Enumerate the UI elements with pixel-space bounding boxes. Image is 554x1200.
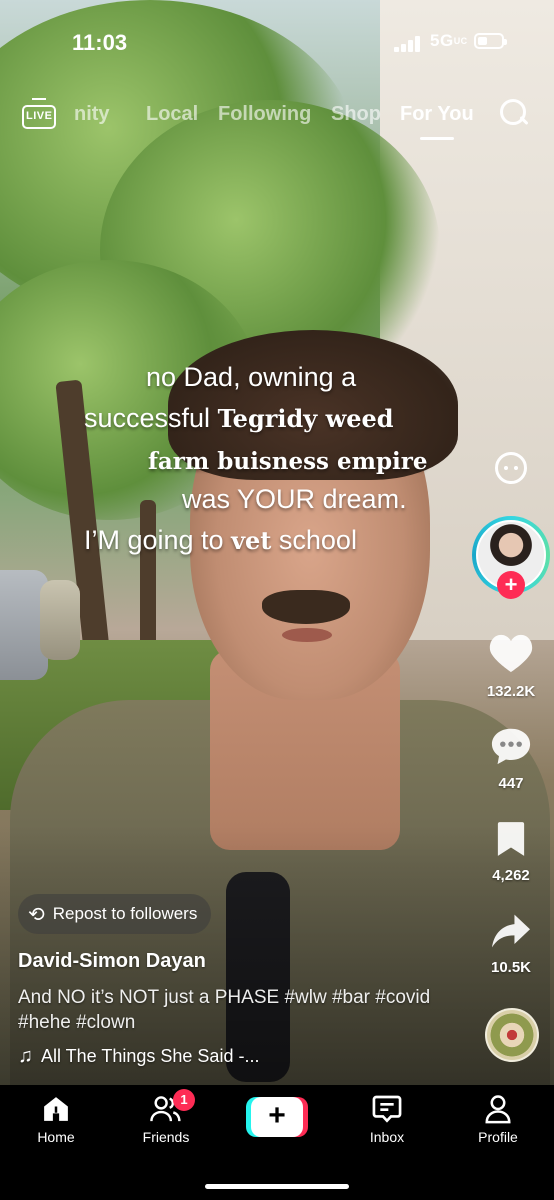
like-count: 132.2K bbox=[486, 683, 536, 700]
bookmark-icon bbox=[497, 822, 525, 856]
share-icon bbox=[492, 914, 530, 948]
music-ticker[interactable]: ♫ All The Things She Said -... bbox=[18, 1045, 259, 1068]
parked-car bbox=[40, 580, 80, 660]
status-bar: 11:03 5GUC bbox=[0, 0, 554, 80]
active-tab-indicator bbox=[420, 137, 454, 140]
tab-friends-label: Friends bbox=[142, 1129, 190, 1145]
tab-inbox[interactable]: Inbox bbox=[342, 1093, 432, 1145]
tab-profile[interactable]: Profile bbox=[453, 1093, 543, 1145]
tab-following[interactable]: Following bbox=[218, 103, 311, 126]
top-navigation: LIVE nity Local Following Shop For You bbox=[0, 95, 554, 141]
caption-text: I’M going to bbox=[84, 525, 232, 555]
repost-icon: ⟲ bbox=[28, 903, 45, 926]
sound-disc[interactable] bbox=[485, 1008, 539, 1062]
status-time: 11:03 bbox=[72, 30, 128, 55]
repost-button[interactable]: ⟲ Repost to followers bbox=[18, 894, 212, 934]
share-count: 10.5K bbox=[490, 959, 532, 976]
tab-shop[interactable]: Shop bbox=[331, 103, 381, 126]
caption-handwritten: Tegridy weed bbox=[217, 404, 394, 433]
network-indicator: 5GUC bbox=[430, 31, 468, 51]
caption-line-3: farm buisness empire bbox=[148, 448, 428, 475]
caption-line-2: successful Tegridy weed bbox=[84, 403, 394, 434]
live-icon[interactable]: LIVE bbox=[22, 98, 58, 129]
person-mustache bbox=[262, 590, 350, 624]
person-mouth bbox=[282, 628, 332, 642]
caption-handwritten: vet bbox=[231, 526, 272, 555]
follow-button[interactable]: + bbox=[497, 571, 525, 599]
author-name[interactable]: David-Simon Dayan bbox=[18, 950, 206, 973]
comment-count: 447 bbox=[498, 775, 524, 792]
inbox-icon bbox=[372, 1095, 402, 1123]
bookmark-count: 4,262 bbox=[492, 867, 530, 884]
tree-trunk bbox=[140, 500, 156, 650]
music-note-icon: ♫ bbox=[18, 1045, 33, 1067]
friends-badge: 1 bbox=[173, 1089, 195, 1111]
plus-icon: + bbox=[251, 1097, 303, 1137]
bottom-tab-bar: Home 1 Friends + Inbox Profile bbox=[0, 1085, 554, 1200]
caption-line-1: no Dad, owning a bbox=[146, 362, 357, 392]
create-button[interactable]: + bbox=[246, 1097, 308, 1137]
music-title: All The Things She Said -... bbox=[41, 1046, 260, 1066]
share-button[interactable]: 10.5K bbox=[478, 912, 544, 976]
search-icon[interactable] bbox=[500, 99, 530, 129]
tiktok-screen: 11:03 5GUC LIVE nity Local Following Sho… bbox=[0, 0, 554, 1200]
caption-line-5: I’M going to vet school bbox=[84, 525, 357, 556]
network-label: 5G bbox=[430, 31, 454, 50]
battery-icon bbox=[474, 33, 507, 49]
bookmark-button[interactable]: 4,262 bbox=[478, 820, 544, 884]
more-options-icon[interactable] bbox=[495, 452, 527, 484]
comment-icon bbox=[491, 728, 531, 765]
home-indicator bbox=[205, 1184, 349, 1189]
tab-community[interactable]: nity bbox=[74, 103, 110, 126]
caption-line-4: was YOUR dream. bbox=[182, 484, 407, 514]
repost-label: Repost to followers bbox=[52, 904, 198, 923]
live-label: LIVE bbox=[26, 110, 53, 122]
comment-button[interactable]: 447 bbox=[478, 726, 544, 792]
home-icon bbox=[44, 1097, 68, 1121]
tab-home[interactable]: Home bbox=[11, 1093, 101, 1145]
like-button[interactable]: 132.2K bbox=[478, 632, 544, 700]
tab-local[interactable]: Local bbox=[146, 103, 198, 126]
caption-text: school bbox=[271, 525, 357, 555]
profile-icon bbox=[485, 1095, 511, 1124]
tab-friends[interactable]: 1 Friends bbox=[121, 1089, 211, 1145]
tab-for-you[interactable]: For You bbox=[400, 103, 474, 126]
post-description[interactable]: And NO it’s NOT just a PHASE #wlw #bar #… bbox=[18, 985, 458, 1035]
signal-icon bbox=[394, 36, 424, 52]
heart-icon bbox=[489, 634, 533, 673]
network-suffix: UC bbox=[453, 36, 468, 46]
tab-inbox-label: Inbox bbox=[369, 1129, 405, 1145]
tab-home-label: Home bbox=[37, 1129, 75, 1145]
caption-text: successful bbox=[84, 403, 218, 433]
tab-profile-label: Profile bbox=[478, 1129, 518, 1145]
